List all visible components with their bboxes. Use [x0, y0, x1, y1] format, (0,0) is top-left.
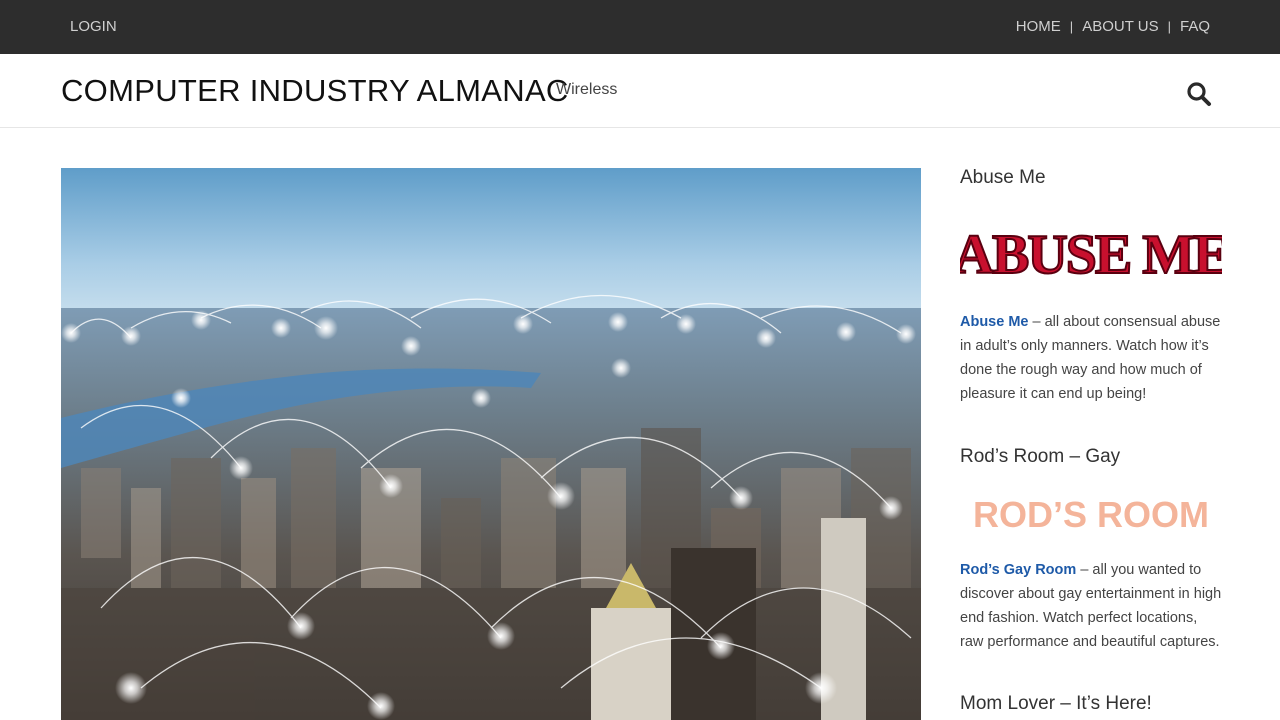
abuse-me-link[interactable]: Abuse Me [960, 314, 1029, 330]
search-icon[interactable] [1186, 81, 1212, 107]
widget-title: Rod’s Room – Gay [960, 446, 1121, 467]
nav-faq[interactable]: FAQ [1180, 18, 1210, 35]
rods-gay-room-link[interactable]: Rod’s Gay Room [960, 562, 1076, 578]
abuse-me-logo[interactable]: ABUSE ME [953, 215, 1232, 287]
featured-image[interactable] [61, 168, 921, 720]
rods-room-logo[interactable]: ROD’S ROOM [960, 494, 1222, 535]
login-link[interactable]: LOGIN [70, 18, 117, 35]
top-nav: HOME | ABOUT US | FAQ [1016, 18, 1210, 35]
site-tagline: Wireless [556, 81, 618, 98]
nav-home[interactable]: HOME [1016, 18, 1061, 35]
widget-text: Rod’s Gay Room – all you wanted to disco… [960, 558, 1222, 654]
widget-title: Mom Lover – It’s Here! [960, 693, 1152, 714]
nav-separator: | [1167, 19, 1171, 34]
svg-text:ABUSE ME: ABUSE ME [960, 224, 1222, 285]
nav-about-us[interactable]: ABOUT US [1082, 18, 1158, 35]
svg-text:ROD’S ROOM: ROD’S ROOM [973, 494, 1209, 534]
top-bar: LOGIN HOME | ABOUT US | FAQ [0, 0, 1280, 54]
widget-text: Abuse Me – all about consensual abuse in… [960, 310, 1222, 406]
widget-title: Abuse Me [960, 167, 1046, 188]
site-title[interactable]: COMPUTER INDUSTRY ALMANAC [61, 73, 569, 109]
site-header: COMPUTER INDUSTRY ALMANAC Wireless [0, 54, 1280, 128]
nav-separator: | [1069, 19, 1074, 34]
